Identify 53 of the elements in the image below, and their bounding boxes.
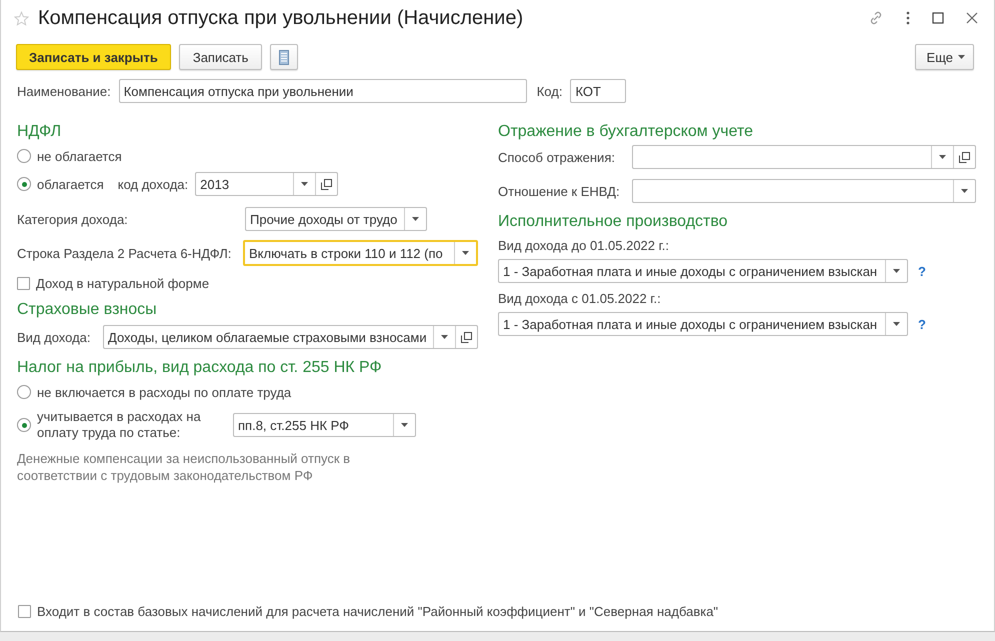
more-button[interactable]: Еще [914,44,974,70]
caret-icon [958,55,965,59]
window-title: Компенсация отпуска при увольнении (Начисление) [38,6,524,30]
dropdown-field[interactable]: 1 - Заработная плата и иные доходы с ограничением взыскан [498,312,908,336]
save-and-close-button[interactable]: Записать и закрыть [16,44,171,70]
section-heading: НДФЛ [17,122,62,142]
help-link[interactable]: ? [918,264,926,278]
more-icon[interactable] [906,11,910,25]
radio-button[interactable] [17,385,31,399]
save-button[interactable]: Записать [178,44,262,70]
radio-label[interactable]: учитывается в расходах на оплату труда по статье: [37,409,227,441]
section-heading: Исполнительное производство [498,212,729,232]
star-icon[interactable] [14,10,29,26]
field-label: Наименование: [17,84,111,98]
help-link[interactable]: ? [918,316,926,332]
radio-label[interactable]: не включается в расходы по оплате труда [37,384,292,400]
radio-button[interactable] [17,149,31,163]
note-text: Денежные компенсации за неиспользованный отпуск в соответствии с трудовым законодательством РФ [17,450,352,484]
field-label: Отношение к ЕНВД: [498,184,621,198]
dropdown-field[interactable]: 2013 [195,172,338,196]
section-heading: Страховые взносы [17,300,158,320]
checkbox[interactable] [18,605,31,618]
field-label: Вид дохода до 01.05.2022 г.: [498,238,670,253]
field-label: Вид дохода с 01.05.2022 г.: [498,291,662,306]
field-label: Строка Раздела 2 Расчета 6-НДФЛ: [17,246,232,260]
name-field[interactable]: Компенсация отпуска при увольнении [118,79,527,103]
dropdown-field[interactable]: Доходы, целиком облагаемые страховыми взносами [103,325,478,349]
dropdown-field[interactable]: Прочие доходы от трудо [245,207,427,231]
list-icon [279,50,290,64]
dropdown-field[interactable]: пп.8, ст.255 НК РФ [233,413,416,437]
field-label: Вид дохода: [17,330,92,344]
maximize-icon[interactable] [932,12,944,24]
field-label: Код: [536,84,562,98]
checkbox-label[interactable]: Доход в натуральной форме [36,276,210,291]
radio-label[interactable]: не облагается [37,148,122,164]
close-icon[interactable] [966,12,978,24]
checkbox-label[interactable]: Входит в состав базовых начислений для расчета начислений "Районный коэффициент" и "Северная надбавка" [37,604,718,619]
radio-button[interactable] [17,177,31,191]
list-button[interactable] [270,44,298,70]
checkbox[interactable] [17,277,30,290]
link-icon[interactable] [868,10,884,26]
section-heading: Отражение в бухгалтерском учете [498,122,754,142]
radio-button[interactable] [17,418,31,432]
dropdown-field[interactable] [632,145,976,169]
radio-label[interactable]: облагается [37,176,104,192]
field-label: код дохода: [118,176,188,192]
section-heading: Налог на прибыль, вид расхода по ст. 255 НК РФ [17,358,383,378]
dropdown-field[interactable]: 1 - Заработная плата и иные доходы с ограничением взыскан [498,259,908,283]
dropdown-field[interactable] [632,179,976,203]
code-field[interactable]: КОТ [570,79,626,103]
dropdown-field[interactable]: Включать в строки 110 и 112 (по [243,240,478,266]
field-label: Способ отражения: [498,150,616,164]
field-label: Категория дохода: [17,212,129,226]
